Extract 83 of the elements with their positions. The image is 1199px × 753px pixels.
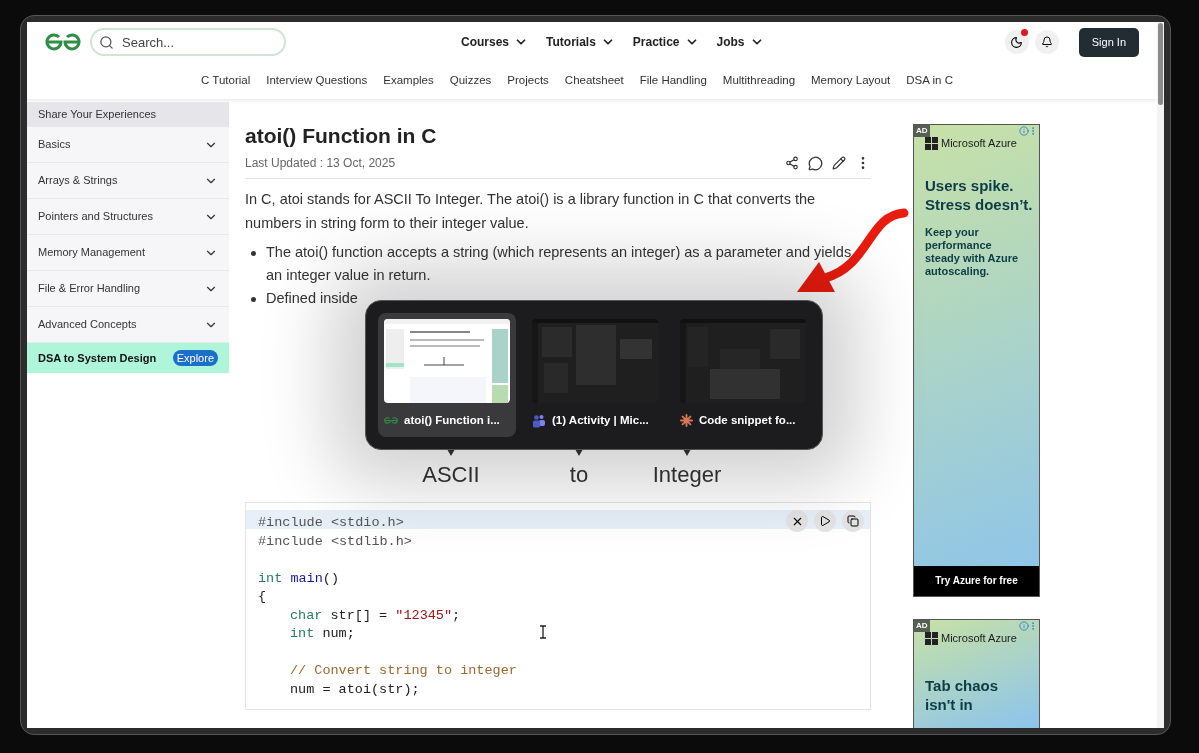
code-line: #include <stdio.h>	[258, 515, 404, 530]
search-field[interactable]: Search...	[90, 28, 286, 56]
bullet-text: Defined inside	[266, 289, 358, 308]
subnav-link[interactable]: Memory Layout	[811, 71, 891, 90]
code-line: #include <stdlib.h>	[258, 533, 412, 549]
ad-cta[interactable]: Try Azure for free	[914, 565, 1039, 596]
sidebar-item[interactable]: Basics	[27, 127, 229, 163]
subnav-link[interactable]: Projects	[507, 71, 549, 90]
sidebar-item[interactable]: File & Error Handling	[27, 271, 229, 307]
code-line: num = atoi(str);	[290, 681, 420, 697]
dark-mode-button[interactable]	[1004, 30, 1029, 54]
window-title: atoi() Function i...	[404, 413, 500, 428]
window-tile[interactable]: Code snippet fo...	[674, 313, 812, 437]
sidebar-item-label: Advanced Concepts	[38, 317, 137, 333]
ad-headline: Users spike.	[925, 175, 1015, 195]
ad-headline: isn't in	[925, 695, 974, 715]
brand-name: Microsoft Azure	[941, 630, 1017, 646]
article-title: atoi() Function in C	[245, 123, 438, 149]
explore-button[interactable]: Explore	[172, 349, 218, 367]
sidebar-item-label: Basics	[38, 137, 71, 153]
diagram-label: Integer	[652, 462, 722, 488]
sidebar-item[interactable]: Advanced Concepts	[27, 307, 229, 343]
play-icon	[819, 515, 831, 527]
window-title: (1) Activity | Mic...	[552, 413, 649, 428]
intro-paragraph: In C, atoi stands for ASCII To Integer. The atoi() is a library function in C that converts the numbers in string form to their integer value.	[245, 190, 817, 233]
subnav-link[interactable]: Examples	[383, 71, 434, 90]
diagram-label: to	[569, 462, 589, 488]
nav-menu[interactable]: Courses	[461, 33, 529, 51]
last-updated: Last Updated : 13 Oct, 2025	[245, 155, 396, 172]
nav-menu[interactable]: Practice	[632, 33, 699, 51]
code-line: {	[258, 589, 267, 604]
notifications-button[interactable]	[1034, 30, 1059, 54]
sidebar-heading[interactable]: Share Your Experiences	[27, 102, 229, 127]
nav-menu[interactable]: Jobs	[716, 33, 764, 51]
bell-icon	[1040, 36, 1053, 48]
scrollbar-thumb[interactable]	[1158, 23, 1163, 105]
ad-badge: AD	[914, 619, 930, 632]
code-line: char str[] = "12345";	[290, 607, 461, 623]
bullet-text: The atoi() function accepts a string (which represents an integer) as a parameter and yields an integer value in return.	[266, 243, 853, 285]
windows-logo-icon	[925, 631, 938, 645]
sidebar-item[interactable]: Pointers and Structures	[27, 199, 229, 235]
subnav-link[interactable]: Interview Questions	[266, 71, 368, 90]
ad-headline: Stress doesn’t.	[925, 194, 1034, 214]
code-line: int main()	[258, 570, 339, 586]
window-tile[interactable]: (1) Activity | Mic...	[526, 313, 664, 437]
people-icon	[532, 413, 546, 428]
code-line: int num;	[290, 626, 355, 641]
window-title: Code snippet fo...	[699, 413, 796, 428]
code-line: // Convert string to integer	[290, 663, 517, 678]
ad-headline: Tab chaos	[925, 676, 1000, 696]
sidebar-item[interactable]: Arrays & Strings	[27, 163, 229, 199]
sidebar-item[interactable]: Memory Management	[27, 235, 229, 271]
windows-logo-icon	[925, 136, 938, 150]
ad-badge: AD	[914, 125, 930, 137]
copy-icon	[847, 515, 859, 527]
logo-icon[interactable]	[384, 416, 398, 426]
promo-item[interactable]: DSA to System Design Explore	[27, 343, 229, 373]
text-cursor-icon	[540, 625, 546, 639]
window-tile[interactable]: atoi() Function i...	[378, 313, 516, 437]
moon-icon	[1010, 35, 1024, 49]
edit-icon[interactable]	[832, 156, 846, 170]
ad-text: Keep your performance steady with Azure autoscaling.	[925, 225, 1020, 278]
sidebar-item-label: Arrays & Strings	[38, 173, 118, 189]
logo-icon[interactable]	[45, 32, 81, 52]
ad-banner[interactable]: AD Microsoft Azure Users spike. Stress doesn’t. Keep your performance steady with Azure autoscaling. Try Azure for free	[913, 124, 1040, 597]
brand-name: Microsoft Azure	[941, 136, 1017, 151]
subnav-link[interactable]: C Tutorial	[201, 71, 251, 90]
sign-in-button[interactable]: Sign In	[1078, 27, 1139, 57]
search-icon	[99, 34, 114, 50]
sidebar-item-label: File & Error Handling	[38, 281, 141, 297]
promo-label: DSA to System Design	[38, 350, 157, 366]
subnav-link[interactable]: Quizzes	[449, 71, 492, 90]
subnav-link[interactable]: DSA in C	[906, 71, 953, 90]
subnav-link[interactable]: Cheatsheet	[564, 71, 624, 90]
subnav-link[interactable]: File Handling	[639, 71, 707, 90]
subnav-link[interactable]: Multithreading	[722, 71, 796, 90]
nav-menu[interactable]: Tutorials	[546, 33, 615, 51]
sunburst-icon	[680, 414, 693, 428]
comment-icon[interactable]	[808, 155, 823, 171]
share-icon[interactable]	[785, 156, 799, 170]
diagram-label: ASCII	[422, 462, 480, 488]
sidebar-item-label: Pointers and Structures	[38, 209, 153, 225]
sidebar-item-label: Memory Management	[38, 245, 145, 261]
